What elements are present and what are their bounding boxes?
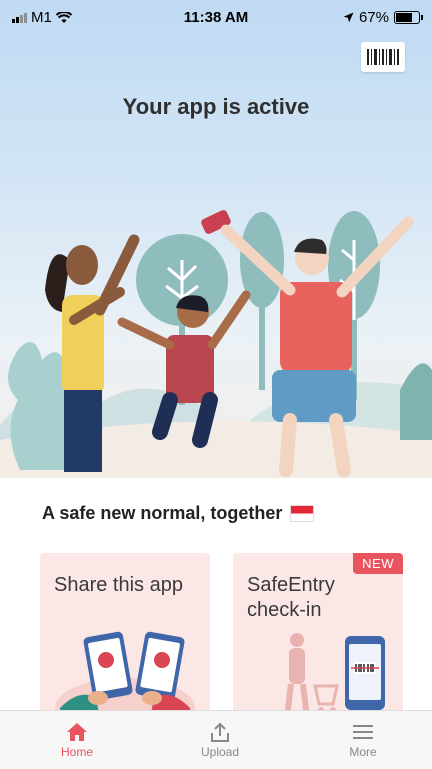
share-app-card[interactable]: Share this app <box>40 553 210 718</box>
battery-icon <box>394 11 423 24</box>
new-badge: NEW <box>353 553 403 574</box>
upload-icon <box>211 722 229 742</box>
menu-icon <box>353 725 373 739</box>
barcode-icon <box>367 49 399 65</box>
home-icon <box>67 723 87 741</box>
card-title: Share this app <box>54 574 183 596</box>
card-title: SafeEntry check-in <box>247 574 335 621</box>
tagline: A safe new normal, together <box>42 503 315 524</box>
barcode-button[interactable] <box>361 42 405 72</box>
tab-upload[interactable]: Upload <box>170 719 270 759</box>
hero-title: Your app is active <box>122 94 310 119</box>
battery-percent: 67% <box>358 9 389 26</box>
tab-label: More <box>349 745 377 759</box>
hero-illustration <box>0 210 432 478</box>
tab-label: Upload <box>200 745 240 759</box>
tab-home[interactable]: Home <box>27 719 127 759</box>
tab-more[interactable]: More <box>313 719 413 759</box>
tab-bar: Home Upload More <box>0 710 432 769</box>
tagline-text: A safe new normal, together <box>42 503 283 523</box>
singapore-flag-icon <box>290 505 315 522</box>
tab-label: Home <box>60 745 93 759</box>
status-bar: M1 11:38 AM 67% <box>0 0 432 34</box>
share-phones-illustration <box>55 631 195 718</box>
safeentry-card[interactable]: NEW SafeEntry check-in <box>233 553 403 718</box>
checkin-illustration <box>284 633 385 718</box>
location-arrow-icon <box>343 12 354 23</box>
hero-banner: M1 11:38 AM 67% Your app is active <box>0 0 432 478</box>
